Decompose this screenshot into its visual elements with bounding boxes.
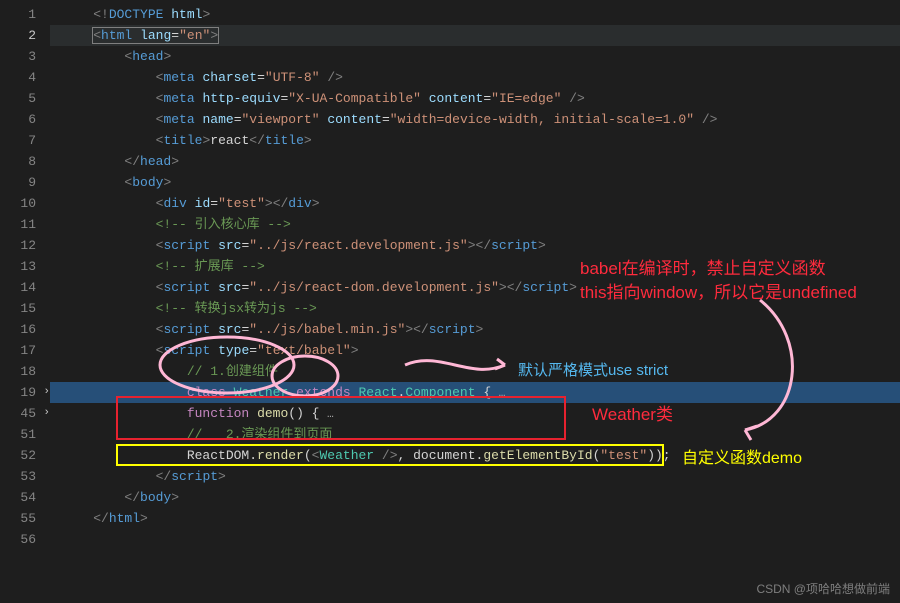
line-number: 45› <box>0 403 50 424</box>
line-number: 53 <box>0 466 50 487</box>
code-line[interactable]: <div id="test"></div> <box>50 193 900 214</box>
fold-icon[interactable]: › <box>43 403 50 424</box>
code-line[interactable]: <meta name="viewport" content="width=dev… <box>50 109 900 130</box>
line-number: 56 <box>0 529 50 550</box>
code-line[interactable] <box>50 529 900 550</box>
code-line[interactable]: </script> <box>50 466 900 487</box>
line-number: 4 <box>0 67 50 88</box>
line-number: 12 <box>0 235 50 256</box>
code-area[interactable]: <!DOCTYPE html> <html lang="en"> <head> … <box>50 0 900 603</box>
code-line[interactable]: </head> <box>50 151 900 172</box>
code-line[interactable]: <script type="text/babel"> <box>50 340 900 361</box>
code-line[interactable]: // 2.渲染组件到页面 <box>50 424 900 445</box>
line-number: 5 <box>0 88 50 109</box>
code-editor[interactable]: 12345678910111213141516171819›45›5152535… <box>0 0 900 603</box>
code-line[interactable]: <!DOCTYPE html> <box>50 4 900 25</box>
code-line[interactable]: <script src="../js/react.development.js"… <box>50 235 900 256</box>
line-number: 6 <box>0 109 50 130</box>
line-number: 19› <box>0 382 50 403</box>
line-number: 55 <box>0 508 50 529</box>
line-number: 54 <box>0 487 50 508</box>
code-line[interactable]: <body> <box>50 172 900 193</box>
code-line[interactable]: <meta charset="UTF-8" /> <box>50 67 900 88</box>
line-number: 18 <box>0 361 50 382</box>
line-number: 16 <box>0 319 50 340</box>
line-number: 13 <box>0 256 50 277</box>
line-number: 8 <box>0 151 50 172</box>
code-line[interactable]: class Weather extends React.Component { … <box>50 382 900 403</box>
code-line[interactable]: <meta http-equiv="X-UA-Compatible" conte… <box>50 88 900 109</box>
line-number-gutter: 12345678910111213141516171819›45›5152535… <box>0 0 50 603</box>
code-line[interactable]: <!-- 引入核心库 --> <box>50 214 900 235</box>
code-line[interactable]: <head> <box>50 46 900 67</box>
line-number: 14 <box>0 277 50 298</box>
code-line[interactable]: function demo() { … <box>50 403 900 424</box>
code-line[interactable]: <!-- 转换jsx转为js --> <box>50 298 900 319</box>
line-number: 9 <box>0 172 50 193</box>
code-line[interactable]: ReactDOM.render(<Weather />, document.ge… <box>50 445 900 466</box>
line-number: 15 <box>0 298 50 319</box>
line-number: 10 <box>0 193 50 214</box>
line-number: 7 <box>0 130 50 151</box>
code-line[interactable]: // 1.创建组件 <box>50 361 900 382</box>
line-number: 17 <box>0 340 50 361</box>
line-number: 2 <box>0 25 50 46</box>
code-line[interactable]: <script src="../js/react-dom.development… <box>50 277 900 298</box>
line-number: 11 <box>0 214 50 235</box>
code-line[interactable]: <script src="../js/babel.min.js"></scrip… <box>50 319 900 340</box>
line-number: 52 <box>0 445 50 466</box>
line-number: 51 <box>0 424 50 445</box>
code-line[interactable]: <!-- 扩展库 --> <box>50 256 900 277</box>
code-line[interactable]: </body> <box>50 487 900 508</box>
line-number: 1 <box>0 4 50 25</box>
watermark: CSDN @项哈哈想做前端 <box>756 580 890 597</box>
code-line[interactable]: <html lang="en"> <box>50 25 900 46</box>
line-number: 3 <box>0 46 50 67</box>
code-line[interactable]: </html> <box>50 508 900 529</box>
fold-icon[interactable]: › <box>43 382 50 403</box>
code-line[interactable]: <title>react</title> <box>50 130 900 151</box>
